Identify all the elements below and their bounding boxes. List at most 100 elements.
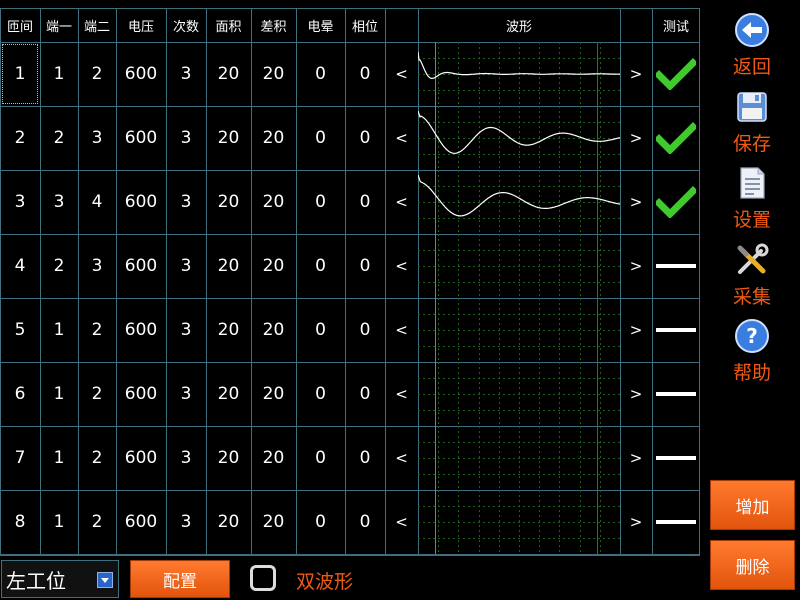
dual-wave-checkbox[interactable] bbox=[250, 565, 276, 591]
cell-idx[interactable]: 5 bbox=[0, 298, 40, 362]
help-button[interactable]: ? 帮助 bbox=[712, 318, 792, 385]
back-button[interactable]: 返回 bbox=[712, 12, 792, 79]
cell-port2[interactable]: 2 bbox=[78, 298, 116, 362]
cell-area[interactable]: 20 bbox=[206, 106, 251, 170]
cell-count[interactable]: 3 bbox=[166, 42, 206, 106]
cell-voltage[interactable]: 600 bbox=[116, 490, 166, 554]
cell-area[interactable]: 20 bbox=[206, 362, 251, 426]
cell-phase[interactable]: 0 bbox=[345, 42, 385, 106]
cell-idx[interactable]: 2 bbox=[0, 106, 40, 170]
cell-count[interactable]: 3 bbox=[166, 490, 206, 554]
waveform-plot bbox=[418, 490, 620, 554]
cell-port2[interactable]: 3 bbox=[78, 106, 116, 170]
collect-button[interactable]: 采集 bbox=[712, 242, 792, 309]
cell-diff-area[interactable]: 20 bbox=[251, 170, 296, 234]
cell-idx[interactable]: 3 bbox=[0, 170, 40, 234]
cell-port2[interactable]: 2 bbox=[78, 362, 116, 426]
cell-count[interactable]: 3 bbox=[166, 170, 206, 234]
cell-corona[interactable]: 0 bbox=[296, 362, 345, 426]
cell-voltage[interactable]: 600 bbox=[116, 170, 166, 234]
cell-diff-area[interactable]: 20 bbox=[251, 106, 296, 170]
waveform-next-button[interactable]: > bbox=[620, 362, 652, 426]
waveform-prev-button[interactable]: < bbox=[385, 42, 418, 106]
cell-port1[interactable]: 1 bbox=[40, 298, 78, 362]
cell-voltage[interactable]: 600 bbox=[116, 426, 166, 490]
cell-port1[interactable]: 2 bbox=[40, 234, 78, 298]
cell-port2[interactable]: 2 bbox=[78, 426, 116, 490]
cell-diff-area[interactable]: 20 bbox=[251, 426, 296, 490]
cell-corona[interactable]: 0 bbox=[296, 42, 345, 106]
cell-phase[interactable]: 0 bbox=[345, 170, 385, 234]
cell-port1[interactable]: 1 bbox=[40, 362, 78, 426]
cell-corona[interactable]: 0 bbox=[296, 234, 345, 298]
waveform-prev-button[interactable]: < bbox=[385, 170, 418, 234]
cell-voltage[interactable]: 600 bbox=[116, 362, 166, 426]
cell-corona[interactable]: 0 bbox=[296, 170, 345, 234]
cell-port1[interactable]: 3 bbox=[40, 170, 78, 234]
cell-corona[interactable]: 0 bbox=[296, 106, 345, 170]
cell-phase[interactable]: 0 bbox=[345, 106, 385, 170]
cell-phase[interactable]: 0 bbox=[345, 234, 385, 298]
cell-phase[interactable]: 0 bbox=[345, 426, 385, 490]
waveform-prev-button[interactable]: < bbox=[385, 106, 418, 170]
cell-diff-area[interactable]: 20 bbox=[251, 234, 296, 298]
cell-area[interactable]: 20 bbox=[206, 234, 251, 298]
cell-idx[interactable]: 1 bbox=[0, 42, 40, 106]
waveform-prev-button[interactable]: < bbox=[385, 298, 418, 362]
cell-port2[interactable]: 2 bbox=[78, 42, 116, 106]
cell-idx[interactable]: 7 bbox=[0, 426, 40, 490]
cell-port1[interactable]: 1 bbox=[40, 42, 78, 106]
cell-corona[interactable]: 0 bbox=[296, 426, 345, 490]
cell-port2[interactable]: 3 bbox=[78, 234, 116, 298]
cell-corona[interactable]: 0 bbox=[296, 298, 345, 362]
cell-corona[interactable]: 0 bbox=[296, 490, 345, 554]
cell-port1[interactable]: 2 bbox=[40, 106, 78, 170]
cell-port2[interactable]: 2 bbox=[78, 490, 116, 554]
cell-voltage[interactable]: 600 bbox=[116, 42, 166, 106]
cell-phase[interactable]: 0 bbox=[345, 362, 385, 426]
cell-idx[interactable]: 6 bbox=[0, 362, 40, 426]
cell-idx[interactable]: 8 bbox=[0, 490, 40, 554]
waveform-prev-button[interactable]: < bbox=[385, 234, 418, 298]
cell-port1[interactable]: 1 bbox=[40, 490, 78, 554]
cell-count[interactable]: 3 bbox=[166, 298, 206, 362]
waveform-next-button[interactable]: > bbox=[620, 42, 652, 106]
settings-button[interactable]: 设置 bbox=[712, 165, 792, 232]
cell-phase[interactable]: 0 bbox=[345, 490, 385, 554]
dropdown-arrow-icon bbox=[97, 572, 113, 588]
waveform-next-button[interactable]: > bbox=[620, 298, 652, 362]
cell-diff-area[interactable]: 20 bbox=[251, 298, 296, 362]
config-button[interactable]: 配置 bbox=[130, 560, 230, 598]
cell-diff-area[interactable]: 20 bbox=[251, 490, 296, 554]
cell-area[interactable]: 20 bbox=[206, 490, 251, 554]
cell-area[interactable]: 20 bbox=[206, 426, 251, 490]
waveform-prev-button[interactable]: < bbox=[385, 426, 418, 490]
cell-port2[interactable]: 4 bbox=[78, 170, 116, 234]
cell-count[interactable]: 3 bbox=[166, 362, 206, 426]
position-select[interactable]: 左工位 bbox=[1, 560, 119, 598]
waveform-next-button[interactable]: > bbox=[620, 426, 652, 490]
cell-area[interactable]: 20 bbox=[206, 170, 251, 234]
waveform-prev-button[interactable]: < bbox=[385, 490, 418, 554]
cell-area[interactable]: 20 bbox=[206, 298, 251, 362]
waveform-next-button[interactable]: > bbox=[620, 490, 652, 554]
waveform-next-button[interactable]: > bbox=[620, 170, 652, 234]
cell-diff-area[interactable]: 20 bbox=[251, 42, 296, 106]
cell-port1[interactable]: 1 bbox=[40, 426, 78, 490]
cell-count[interactable]: 3 bbox=[166, 106, 206, 170]
waveform-prev-button[interactable]: < bbox=[385, 362, 418, 426]
cell-voltage[interactable]: 600 bbox=[116, 234, 166, 298]
save-button[interactable]: 保存 bbox=[712, 89, 792, 156]
cell-count[interactable]: 3 bbox=[166, 426, 206, 490]
cell-voltage[interactable]: 600 bbox=[116, 106, 166, 170]
tools-icon bbox=[737, 243, 769, 274]
add-button[interactable]: 增加 bbox=[710, 480, 795, 530]
cell-idx[interactable]: 4 bbox=[0, 234, 40, 298]
cell-phase[interactable]: 0 bbox=[345, 298, 385, 362]
waveform-next-button[interactable]: > bbox=[620, 234, 652, 298]
waveform-next-button[interactable]: > bbox=[620, 106, 652, 170]
cell-count[interactable]: 3 bbox=[166, 234, 206, 298]
cell-area[interactable]: 20 bbox=[206, 42, 251, 106]
cell-diff-area[interactable]: 20 bbox=[251, 362, 296, 426]
cell-voltage[interactable]: 600 bbox=[116, 298, 166, 362]
